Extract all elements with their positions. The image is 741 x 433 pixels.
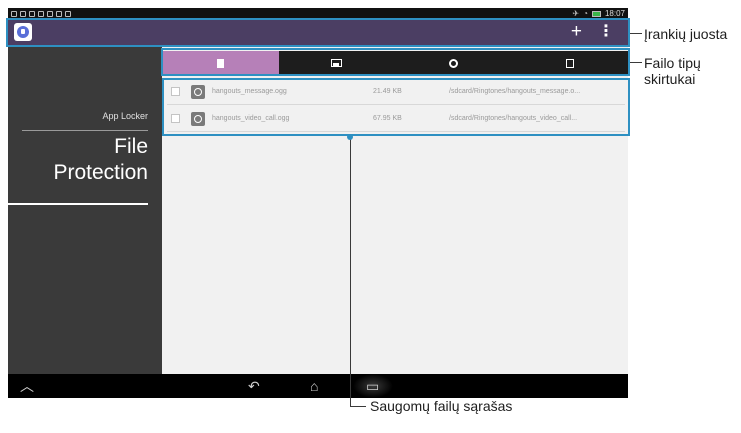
back-icon[interactable]: ↶ (248, 374, 260, 398)
tabs-highlight-frame (161, 48, 630, 76)
list-callout-dot (347, 134, 353, 140)
sidebar-divider (22, 130, 148, 131)
recent-apps-icon[interactable]: ▭ (366, 374, 379, 398)
sidebar: App Locker File Protection (8, 45, 162, 374)
collapse-up-icon[interactable]: ︿ (20, 374, 34, 398)
notification-icon (65, 10, 71, 17)
sidebar-selected-indicator (8, 203, 148, 205)
file-list-highlight-frame (162, 78, 630, 136)
notification-icon (38, 10, 44, 17)
tabs-callout-label-line1: Failo tipų (644, 55, 701, 71)
notification-icon (20, 10, 26, 17)
sidebar-title[interactable]: File Protection (28, 134, 148, 186)
battery-icon (591, 10, 601, 17)
notification-icon (56, 10, 62, 17)
notification-icon (29, 10, 35, 17)
tabs-callout-label-line2: skirtukai (644, 71, 696, 87)
home-icon[interactable]: ⌂ (310, 374, 318, 398)
notification-icon (47, 10, 53, 17)
notification-icon (11, 10, 17, 17)
toolbar-highlight-frame (6, 18, 630, 47)
list-callout-line-horizontal (350, 406, 366, 407)
navigation-bar: ︿ ↶ ⌂ ▭ (8, 374, 628, 398)
file-list-callout-label: Saugomų failų sąrašas (370, 398, 513, 414)
toolbar-callout-label: Įrankių juosta (644, 26, 728, 42)
tabs-callout-line (630, 62, 642, 63)
sidebar-subtitle: App Locker (102, 111, 148, 121)
toolbar-callout-line (630, 33, 642, 34)
list-callout-line-vertical (350, 137, 351, 407)
